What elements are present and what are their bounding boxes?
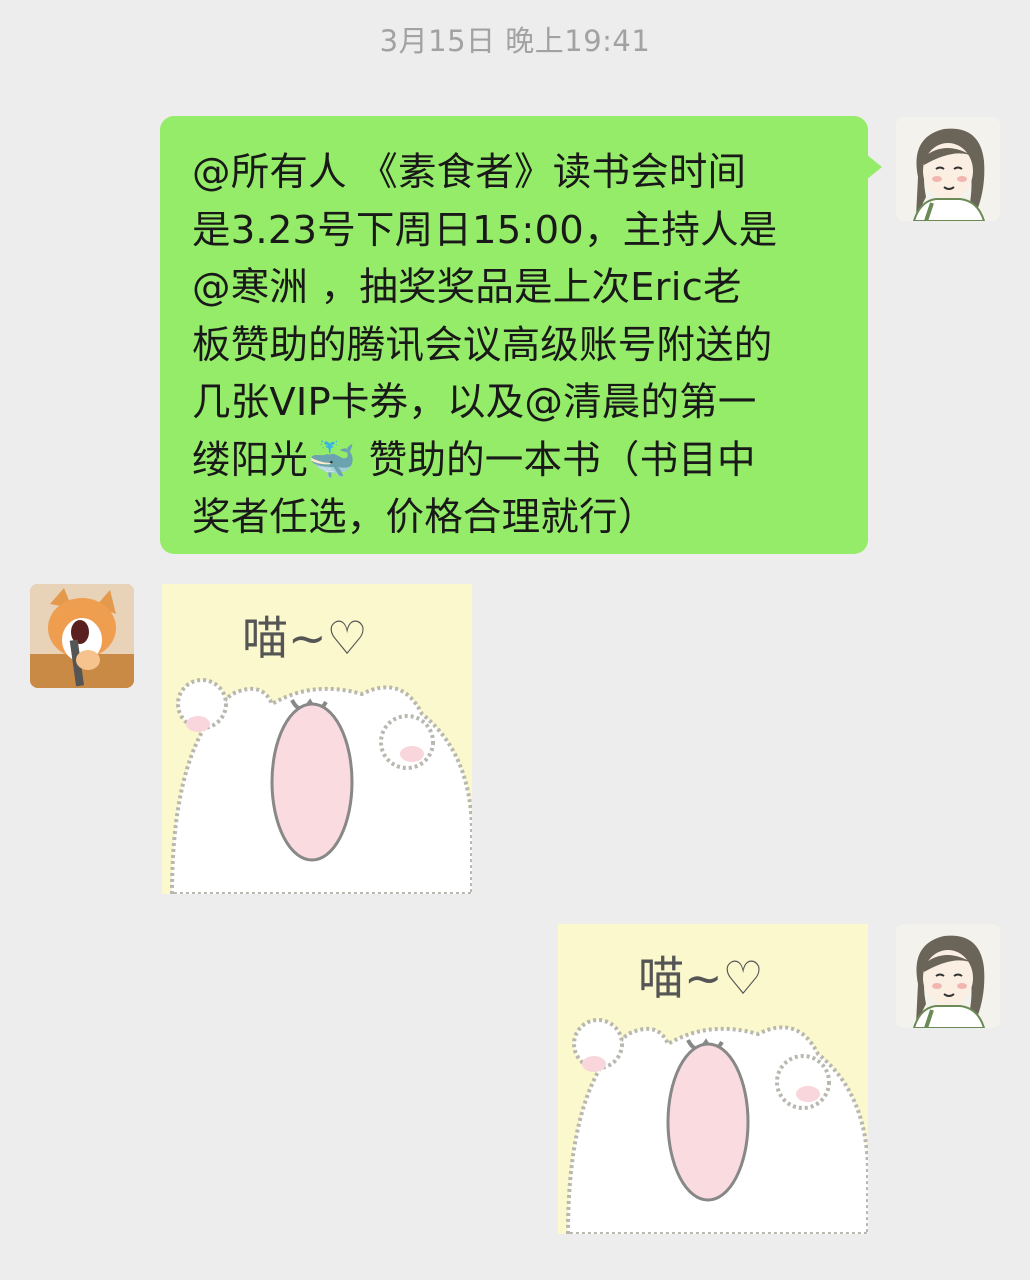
sticker-text: 喵~♡ <box>638 951 764 1005</box>
cat-meow-sticker-icon: 喵~♡ <box>558 924 868 1234</box>
incoming-sticker[interactable]: 喵~♡ <box>162 584 472 894</box>
message-line: 是3.23号下周日15:00，主持人是 <box>192 207 778 253</box>
avatar-other[interactable] <box>30 584 134 688</box>
girl-avatar-icon <box>896 924 1000 1028</box>
sticker-text: 喵~♡ <box>242 611 368 665</box>
outgoing-sticker[interactable]: 喵~♡ <box>558 924 868 1234</box>
message-line: @所有人 《素食者》读书会时间 <box>192 150 747 195</box>
message-line: @寒洲 ，抽奖奖品是上次Eric老 <box>192 265 742 310</box>
girl-avatar-icon <box>896 117 1000 221</box>
message-line: 板赞助的腾讯会议高级账号附送的 <box>192 322 773 368</box>
message-line: 缕阳光🐳 赞助的一本书（书目中 <box>192 437 756 483</box>
chat-timestamp: 3月15日 晚上19:41 <box>379 24 651 58</box>
avatar-self[interactable] <box>896 924 1000 1028</box>
outgoing-message-bubble[interactable]: @所有人 《素食者》读书会时间 是3.23号下周日15:00，主持人是 @寒洲 … <box>160 116 882 554</box>
message-line: 奖者任选，价格合理就行） <box>192 495 657 540</box>
cat-meow-sticker-icon: 喵~♡ <box>162 584 472 894</box>
message-line: 几张VIP卡券，以及@清晨的第一 <box>192 380 757 425</box>
cat-singing-avatar-icon <box>30 584 134 688</box>
avatar-self[interactable] <box>896 117 1000 221</box>
